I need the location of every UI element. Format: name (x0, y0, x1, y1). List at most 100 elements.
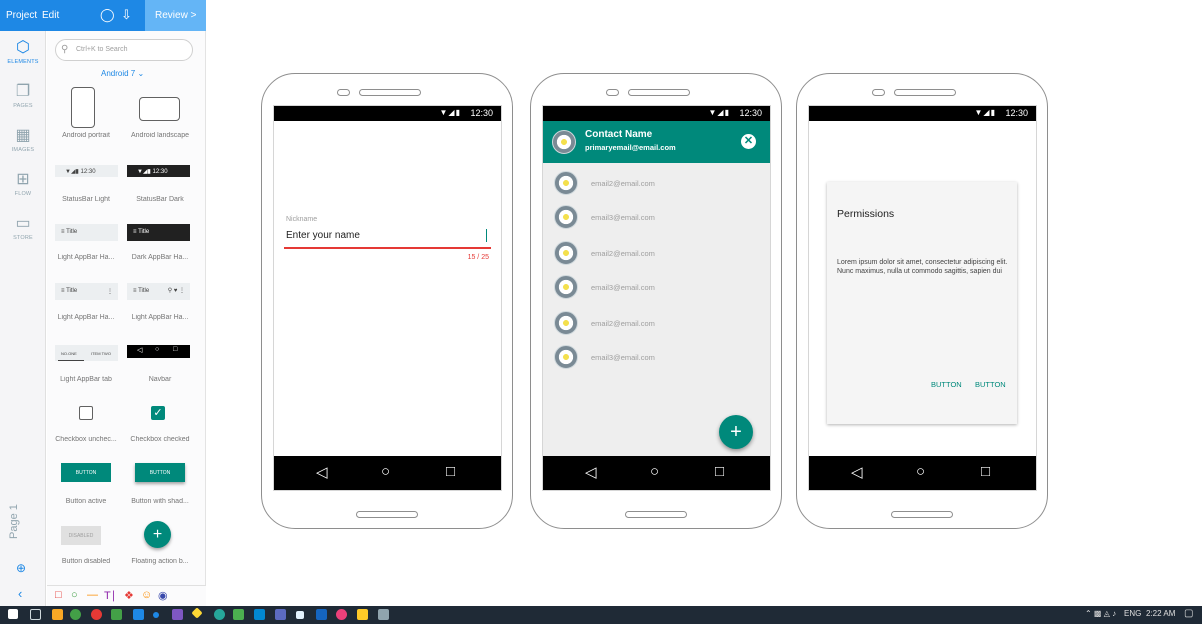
clock[interactable]: 2:22 AM (1146, 609, 1175, 618)
list-item[interactable]: email3@email.com (591, 213, 655, 222)
light-appbar-actions-thumb[interactable]: ≡ Title ⚲ ♥ ⋮ (127, 283, 190, 300)
android-landscape-thumb[interactable] (139, 97, 180, 121)
search-placeholder: Ctrl+K to Search (76, 46, 128, 53)
app-icon[interactable] (316, 609, 327, 620)
chevron-down-icon: ⌄ (137, 69, 145, 78)
checkbox-unchecked-thumb[interactable] (79, 406, 93, 420)
page-label[interactable]: Page 1 (8, 504, 20, 539)
review-button[interactable]: Review > (145, 0, 206, 31)
app-icon[interactable] (133, 609, 144, 620)
back-icon[interactable]: ◁ (851, 463, 863, 481)
nav-bar: ◁ ○ □ (274, 456, 501, 490)
avatar (554, 275, 578, 299)
project-menu[interactable]: Project (6, 10, 37, 21)
phone-nickname[interactable]: ▼◢▮ 12:30 Nickname Enter your name 15 / … (261, 73, 513, 529)
line-icon[interactable]: — (87, 589, 98, 601)
list-item[interactable]: email3@email.com (591, 353, 655, 362)
app-icon[interactable] (111, 609, 122, 620)
task-view-icon[interactable] (30, 609, 41, 620)
list-item[interactable]: email2@email.com (591, 319, 655, 328)
dark-appbar-thumb[interactable]: ≡ Title (127, 224, 190, 241)
thumb-title: Title (66, 288, 78, 294)
nickname-input[interactable]: Enter your name (286, 230, 360, 241)
app-icon[interactable] (378, 609, 389, 620)
comment-icon[interactable]: ◯ (100, 7, 115, 23)
app-icon[interactable] (153, 612, 159, 618)
collapse-icon[interactable]: ‹ (18, 586, 22, 601)
home-icon[interactable]: ○ (650, 463, 659, 480)
android-portrait-thumb[interactable] (71, 87, 95, 128)
edit-menu[interactable]: Edit (42, 10, 59, 21)
text-icon[interactable]: T∣ (104, 589, 116, 602)
button-active-thumb[interactable]: BUTTON (61, 463, 111, 482)
checkbox-checked-thumb[interactable]: ✓ (151, 406, 165, 420)
zoom-icon[interactable]: ⊕ (16, 561, 26, 575)
rail-flow[interactable]: ⊞ FLOW (0, 171, 46, 197)
rail-images[interactable]: ▦ IMAGES (0, 127, 46, 153)
signal-icon: ▼◢▮ (439, 108, 461, 117)
dialog-title: Permissions (837, 208, 895, 220)
light-appbar-thumb[interactable]: ≡ Title (55, 224, 118, 241)
bag-icon: ▭ (15, 215, 31, 232)
statusbar-light-thumb[interactable]: ▼◢▮ 12:30 (55, 165, 118, 177)
chrome-icon[interactable] (70, 609, 81, 620)
phone-permissions[interactable]: ▼◢▮ 12:30 Permissions Lorem ipsum dolor … (796, 73, 1048, 529)
list-item[interactable]: email3@email.com (591, 283, 655, 292)
app-icon[interactable] (233, 609, 244, 620)
statusbar-dark-thumb[interactable]: ▼◢▮ 12:30 (127, 165, 190, 177)
add-fab-button[interactable]: + (719, 415, 753, 449)
back-icon[interactable]: ◁ (316, 463, 328, 481)
back-icon[interactable]: ◁ (585, 463, 597, 481)
target-icon[interactable]: ◉ (158, 589, 168, 602)
phone-contacts[interactable]: ▼◢▮ 12:30 Contact Name primaryemail@emai… (530, 73, 782, 529)
rail-images-label: IMAGES (11, 147, 35, 153)
search-input[interactable]: ⚲ Ctrl+K to Search (55, 39, 193, 61)
dialog-button-2[interactable]: BUTTON (975, 380, 1006, 389)
windows-start-icon[interactable] (8, 609, 18, 619)
home-icon[interactable]: ○ (381, 463, 390, 480)
flow-icon: ⊞ (16, 171, 30, 188)
fab-thumb[interactable]: + (144, 521, 171, 548)
recents-icon[interactable]: □ (981, 463, 990, 480)
file-explorer-icon[interactable] (52, 609, 63, 620)
lib-label: Checkbox checked (130, 436, 190, 443)
nickname-label: Nickname (286, 216, 318, 223)
rail-elements[interactable]: ⬡ ELEMENTS (0, 39, 46, 65)
app-icon[interactable] (191, 607, 203, 619)
app-icon[interactable] (357, 609, 368, 620)
emoji-icon[interactable]: ☺ (141, 589, 152, 601)
list-item[interactable]: email2@email.com (591, 179, 655, 188)
visual-studio-icon[interactable] (172, 609, 183, 620)
button-shadow-thumb[interactable]: BUTTON (135, 463, 185, 482)
button-disabled-thumb[interactable]: DISABLED (61, 526, 101, 545)
home-icon[interactable]: ○ (916, 463, 925, 480)
rail-pages[interactable]: ❐ PAGES (0, 83, 46, 109)
opera-icon[interactable] (91, 609, 102, 620)
os-taskbar: ⌃ ▩ ◬ ♪ ENG 2:22 AM ▢ (0, 606, 1202, 624)
app-icon[interactable] (336, 609, 347, 620)
download-icon[interactable]: ⇩ (121, 7, 132, 23)
light-appbar-tab-thumb[interactable]: NO.ONE ITEM TWO (55, 345, 118, 361)
language-indicator[interactable]: ENG (1124, 609, 1141, 618)
recents-icon[interactable]: □ (446, 463, 455, 480)
version-select[interactable]: Android 7 ⌄ (101, 69, 144, 78)
app-icon[interactable] (254, 609, 265, 620)
close-icon[interactable]: ✕ (741, 134, 756, 149)
tray-icons[interactable]: ⌃ ▩ ◬ ♪ (1085, 609, 1116, 618)
app-icon[interactable] (296, 611, 304, 619)
diamond-icon[interactable]: ❖ (124, 589, 134, 602)
app-icon[interactable] (214, 609, 225, 620)
list-item[interactable]: email2@email.com (591, 249, 655, 258)
recents-icon[interactable]: □ (715, 463, 724, 480)
thumb-time: 12:30 (80, 169, 96, 175)
permissions-dialog: Permissions Lorem ipsum dolor sit amet, … (827, 182, 1017, 424)
notification-icon[interactable]: ▢ (1184, 608, 1193, 619)
app-icon[interactable] (275, 609, 286, 620)
light-appbar-menu-thumb[interactable]: ≡ Title ⋮ (55, 283, 118, 300)
circle-icon[interactable]: ○ (71, 589, 78, 601)
navbar-thumb[interactable]: ◁ ○ □ (127, 345, 190, 358)
dialog-button-1[interactable]: BUTTON (931, 380, 962, 389)
rail-store[interactable]: ▭ STORE (0, 215, 46, 241)
rail-elements-label: ELEMENTS (7, 59, 39, 65)
rectangle-icon[interactable]: □ (55, 589, 62, 601)
